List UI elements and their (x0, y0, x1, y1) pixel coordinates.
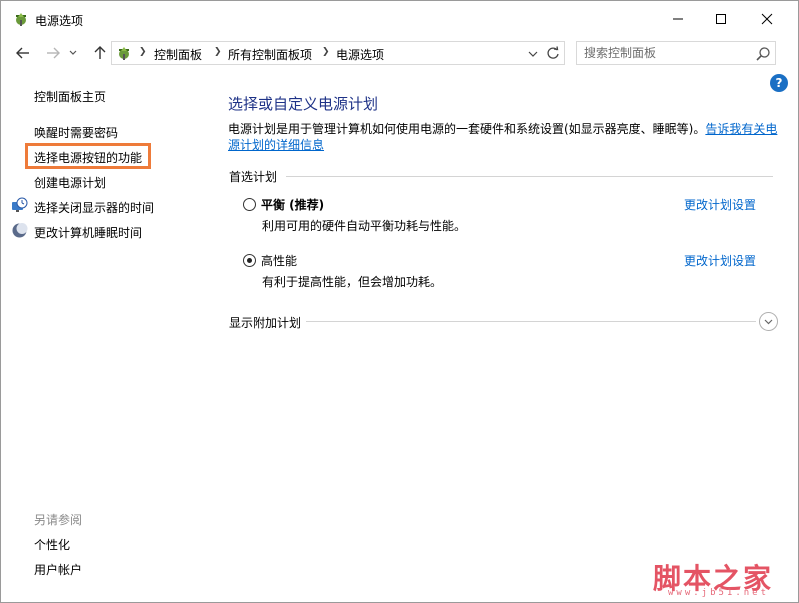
breadcrumb-separator-icon: ❯ (322, 47, 330, 57)
plan-high-performance-radio[interactable] (243, 254, 256, 267)
window-title: 电源选项 (35, 14, 84, 28)
description-text: 电源计划是用于管理计算机如何使用电源的一套硬件和系统设置(如显示器亮度、睡眠等)… (228, 122, 706, 136)
help-icon[interactable]: ? (770, 74, 788, 92)
navigation-bar: ❯ 控制面板 ❯ 所有控制面板项 ❯ 电源选项 (1, 37, 798, 69)
arrow-right-icon (47, 47, 60, 59)
see-also-user-accounts[interactable]: 用户帐户 (34, 561, 82, 578)
additional-plans-divider (306, 321, 756, 322)
breadcrumb-control-panel[interactable]: 控制面板 (154, 46, 202, 63)
search-input[interactable] (577, 42, 753, 64)
sidebar-require-password[interactable]: 唤醒时需要密码 (34, 124, 118, 141)
moon-icon (12, 223, 28, 238)
control-panel-icon (119, 47, 129, 60)
address-dropdown-icon[interactable] (526, 47, 540, 61)
watermark-url: www.jb51.net (668, 588, 770, 598)
minimize-button[interactable] (655, 1, 701, 37)
back-button[interactable] (13, 43, 33, 63)
close-button[interactable] (744, 1, 790, 37)
close-icon (761, 13, 773, 25)
plan-balanced-change-settings-link[interactable]: 更改计划设置 (684, 196, 756, 213)
page-description: 电源计划是用于管理计算机如何使用电源的一套硬件和系统设置(如显示器亮度、睡眠等)… (228, 121, 780, 153)
monitor-clock-icon (12, 197, 28, 212)
sidebar-control-panel-home[interactable]: 控制面板主页 (34, 88, 106, 105)
refresh-icon (546, 46, 559, 59)
breadcrumb-power-options[interactable]: 电源选项 (336, 46, 384, 63)
sidebar-sleep-time[interactable]: 更改计算机睡眠时间 (34, 224, 142, 241)
plan-balanced-name[interactable]: 平衡 (推荐) (261, 196, 324, 213)
power-options-window: 电源选项 ❯ 控制面板 ❯ 所有控制面板项 ❯ 电源选项 搜索控制面板 ? 控制… (0, 0, 799, 603)
see-also-personalization[interactable]: 个性化 (34, 536, 70, 553)
plan-high-performance-change-settings-link[interactable]: 更改计划设置 (684, 252, 756, 269)
show-additional-plans-label[interactable]: 显示附加计划 (229, 314, 301, 331)
preferred-plans-label: 首选计划 (229, 170, 278, 184)
maximize-button[interactable] (698, 1, 744, 37)
address-bar[interactable]: ❯ 控制面板 ❯ 所有控制面板项 ❯ 电源选项 (111, 41, 565, 65)
breadcrumb-separator-icon: ❯ (139, 47, 147, 57)
page-title: 选择或自定义电源计划 (228, 95, 379, 113)
search-box[interactable] (576, 41, 776, 65)
plan-balanced-description: 利用可用的硬件自动平衡功耗与性能。 (262, 219, 467, 233)
breadcrumb-separator-icon: ❯ (214, 47, 222, 57)
sidebar-power-button-function[interactable]: 选择电源按钮的功能 (34, 149, 142, 166)
see-also-heading: 另请参阅 (34, 513, 83, 527)
minimize-icon (673, 18, 683, 20)
up-button[interactable] (90, 43, 110, 63)
forward-button[interactable] (43, 43, 63, 63)
preferred-plans-divider (286, 176, 773, 177)
sidebar-display-off-time[interactable]: 选择关闭显示器的时间 (34, 199, 154, 216)
power-options-icon (16, 13, 26, 26)
search-icon[interactable] (755, 46, 771, 62)
expand-additional-plans-button[interactable] (759, 312, 778, 331)
sidebar-create-power-plan[interactable]: 创建电源计划 (34, 174, 106, 191)
plan-high-performance-name[interactable]: 高性能 (261, 252, 297, 269)
plan-balanced-radio[interactable] (243, 198, 256, 211)
refresh-button[interactable] (541, 41, 565, 65)
arrow-up-icon (94, 46, 106, 59)
chevron-down-icon (764, 319, 773, 325)
breadcrumb-all-items[interactable]: 所有控制面板项 (228, 46, 312, 63)
maximize-icon (716, 14, 726, 24)
arrow-left-icon (16, 47, 29, 59)
chevron-down-icon (69, 50, 77, 55)
title-bar: 电源选项 (1, 1, 798, 37)
recent-locations-button[interactable] (67, 43, 79, 63)
plan-high-performance-description: 有利于提高性能，但会增加功耗。 (262, 275, 443, 289)
